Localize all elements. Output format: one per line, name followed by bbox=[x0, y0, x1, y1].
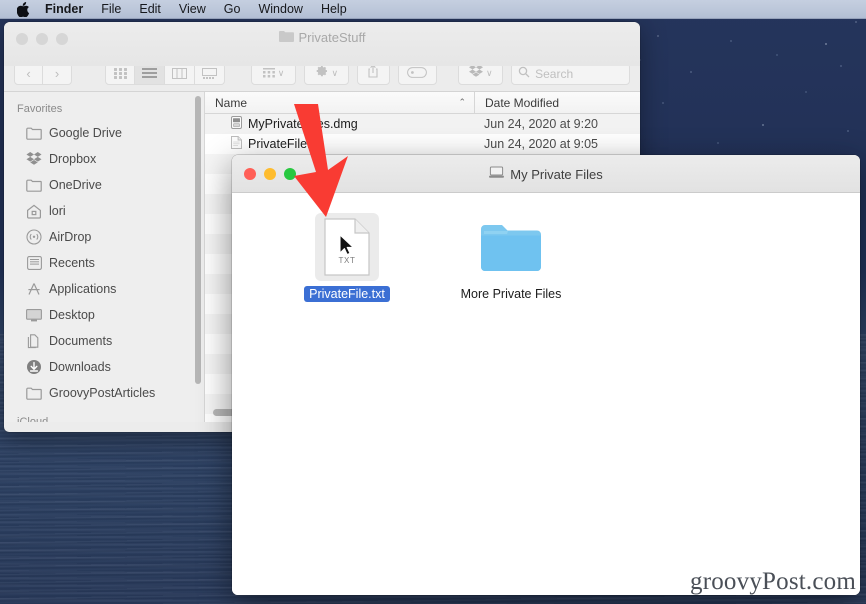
folder-icon bbox=[278, 30, 294, 45]
desktop-icon bbox=[26, 307, 42, 323]
disk-image-icon bbox=[231, 116, 242, 132]
front-window-titlebar[interactable]: My Private Files bbox=[232, 155, 860, 193]
folder-icon bbox=[26, 385, 42, 401]
airdrop-icon bbox=[26, 229, 42, 245]
column-header-name[interactable]: Name ⌃ bbox=[205, 96, 474, 110]
front-window-icon-grid[interactable]: TXT PrivateFile.txt More Private Files bbox=[232, 193, 860, 595]
sidebar-item-documents[interactable]: Documents bbox=[4, 328, 204, 354]
back-window-title: PrivateStuff bbox=[4, 30, 640, 45]
finder-window-my-private-files[interactable]: My Private Files TXT PrivateFile.txt Mor… bbox=[232, 155, 860, 595]
documents-icon bbox=[26, 333, 42, 349]
home-icon bbox=[26, 203, 42, 219]
share-icon bbox=[367, 64, 379, 83]
folder-item-more-private-files[interactable]: More Private Files bbox=[458, 215, 564, 595]
sidebar-item-label: Applications bbox=[49, 282, 117, 296]
menu-bar: Finder File Edit View Go Window Help bbox=[0, 0, 866, 19]
sidebar-item-label: Recents bbox=[49, 256, 95, 270]
sidebar[interactable]: Favorites Google Drive Dropbox OneDrive bbox=[4, 92, 204, 422]
sidebar-item-label: Downloads bbox=[49, 360, 111, 374]
watermark: groovyPost.com bbox=[690, 568, 856, 595]
sort-ascending-icon: ⌃ bbox=[458, 97, 466, 107]
downloads-icon bbox=[26, 359, 42, 375]
folder-icon bbox=[26, 177, 42, 193]
sidebar-item-downloads[interactable]: Downloads bbox=[4, 354, 204, 380]
sidebar-item-label: Documents bbox=[49, 334, 113, 348]
dropbox-icon bbox=[468, 64, 483, 83]
table-row[interactable]: PrivateFile.txt Jun 24, 2020 at 9:05 bbox=[205, 134, 640, 154]
sidebar-item-label: OneDrive bbox=[49, 178, 102, 192]
disk-volume-icon bbox=[489, 166, 505, 182]
apple-logo-icon[interactable] bbox=[16, 1, 30, 17]
file-name-cell: MyPrivateFiles.dmg bbox=[205, 116, 474, 132]
back-window-titlebar[interactable]: PrivateStuff bbox=[4, 22, 640, 66]
menu-item-help[interactable]: Help bbox=[312, 0, 356, 19]
file-item-privatefile-txt[interactable]: TXT PrivateFile.txt bbox=[294, 213, 400, 595]
sidebar-item-lori[interactable]: lori bbox=[4, 198, 204, 224]
search-icon bbox=[518, 66, 530, 81]
folder-icon bbox=[26, 125, 42, 141]
column-header-name-label: Name bbox=[215, 95, 248, 110]
svg-text:TXT: TXT bbox=[339, 256, 356, 265]
chevron-down-icon: ∨ bbox=[331, 68, 339, 78]
sidebar-item-google-drive[interactable]: Google Drive bbox=[4, 120, 204, 146]
sidebar-item-desktop[interactable]: Desktop bbox=[4, 302, 204, 328]
recents-icon bbox=[26, 255, 42, 271]
chevron-down-icon: ∨ bbox=[277, 68, 285, 78]
tag-icon bbox=[407, 65, 428, 83]
sidebar-item-label: AirDrop bbox=[49, 230, 92, 244]
sidebar-item-label: GroovyPostArticles bbox=[49, 386, 156, 400]
file-date-cell: Jun 24, 2020 at 9:05 bbox=[484, 137, 598, 151]
dropbox-icon bbox=[26, 151, 42, 167]
text-document-icon bbox=[231, 136, 242, 152]
sidebar-item-recents[interactable]: Recents bbox=[4, 250, 204, 276]
text-document-icon: TXT bbox=[315, 213, 379, 281]
column-header-date-modified[interactable]: Date Modified bbox=[474, 92, 640, 114]
file-list-header[interactable]: Name ⌃ Date Modified bbox=[205, 92, 640, 114]
menu-item-go[interactable]: Go bbox=[215, 0, 250, 19]
file-name-cell: PrivateFile.txt bbox=[205, 136, 474, 152]
front-window-title-text: My Private Files bbox=[510, 166, 603, 182]
sidebar-item-onedrive[interactable]: OneDrive bbox=[4, 172, 204, 198]
sidebar-item-airdrop[interactable]: AirDrop bbox=[4, 224, 204, 250]
sidebar-item-label: lori bbox=[49, 204, 66, 218]
file-date-cell: Jun 24, 2020 at 9:20 bbox=[484, 117, 598, 131]
back-window-title-text: PrivateStuff bbox=[298, 30, 366, 45]
front-window-title: My Private Files bbox=[232, 166, 860, 182]
sidebar-item-dropbox[interactable]: Dropbox bbox=[4, 146, 204, 172]
sidebar-section-favorites: Favorites bbox=[17, 103, 63, 115]
sidebar-item-label: Desktop bbox=[49, 308, 95, 322]
table-row[interactable]: MyPrivateFiles.dmg Jun 24, 2020 at 9:20 bbox=[205, 114, 640, 134]
folder-icon bbox=[479, 215, 543, 279]
sidebar-section-icloud: iCloud bbox=[17, 416, 49, 422]
sidebar-item-groovypostarticles[interactable]: GroovyPostArticles bbox=[4, 380, 204, 406]
menu-item-file[interactable]: File bbox=[92, 0, 130, 19]
search-input[interactable]: Search bbox=[535, 67, 573, 81]
menu-item-edit[interactable]: Edit bbox=[130, 0, 170, 19]
applications-icon bbox=[26, 281, 42, 297]
file-item-label: PrivateFile.txt bbox=[304, 286, 390, 302]
chevron-down-icon: ∨ bbox=[485, 68, 493, 78]
sidebar-scrollbar[interactable] bbox=[195, 96, 201, 384]
folder-item-label: More Private Files bbox=[460, 287, 562, 301]
sidebar-item-applications[interactable]: Applications bbox=[4, 276, 204, 302]
file-name-label: MyPrivateFiles.dmg bbox=[248, 117, 358, 131]
menu-item-window[interactable]: Window bbox=[249, 0, 311, 19]
gear-icon bbox=[314, 64, 328, 83]
menu-item-view[interactable]: View bbox=[170, 0, 215, 19]
menu-item-finder[interactable]: Finder bbox=[36, 0, 92, 19]
sidebar-item-label: Dropbox bbox=[49, 152, 97, 166]
sidebar-item-label: Google Drive bbox=[49, 126, 122, 140]
file-name-label: PrivateFile.txt bbox=[248, 137, 324, 151]
